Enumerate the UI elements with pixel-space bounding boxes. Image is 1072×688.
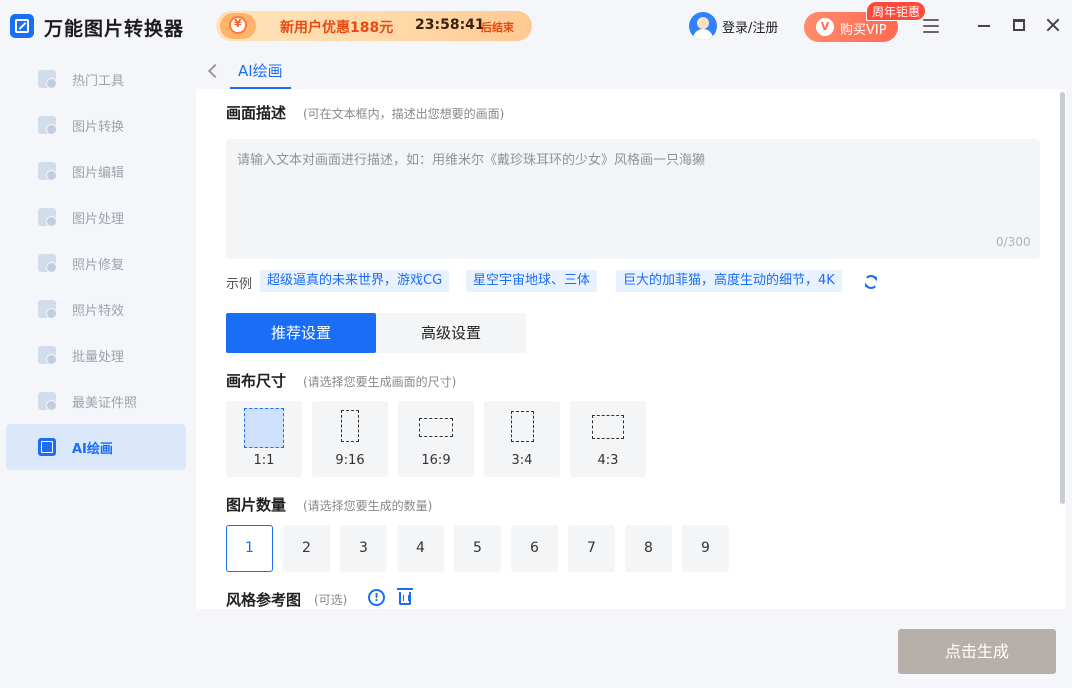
ratio-option-1-1[interactable]: 1:1	[226, 401, 302, 477]
ai-paint-icon	[38, 438, 56, 456]
user-avatar-icon[interactable]	[689, 12, 717, 40]
sidebar-item-label: 热门工具	[72, 74, 125, 89]
canvas-size-title: 画布尺寸	[226, 372, 287, 390]
trash-icon[interactable]	[397, 588, 413, 605]
ratio-label: 3:4	[511, 453, 533, 468]
sidebar-item-label: 照片修复	[72, 258, 125, 273]
example-chip[interactable]: 星空宇宙地球、三体	[466, 270, 598, 292]
ratio-preview-shape	[341, 410, 359, 442]
sidebar-item-label: 图片编辑	[72, 166, 125, 181]
example-chip[interactable]: 巨大的加菲猫，高度生动的细节，4K	[616, 270, 842, 292]
ratio-option-3-4[interactable]: 3:4	[484, 401, 560, 477]
recommended-settings-tab[interactable]: 推荐设置	[226, 313, 376, 353]
sidebar-item-image-convert[interactable]: 图片转换	[6, 102, 186, 148]
ratio-preview-shape	[419, 418, 453, 437]
ratio-preview-shape	[592, 415, 624, 439]
sidebar-item-label: 图片处理	[72, 212, 125, 227]
style-ref-hint: (可选)	[314, 593, 348, 607]
title-bar: 万能图片转换器 新用户优惠188元 23:58:41 后结束 登录/注册 V 购…	[0, 0, 1072, 56]
sidebar-item-label: 最美证件照	[72, 396, 138, 411]
minimize-icon[interactable]	[978, 25, 990, 27]
back-arrow-icon[interactable]	[207, 63, 223, 79]
sidebar-item-image-process[interactable]: 图片处理	[6, 194, 186, 240]
ratio-preview-shape	[511, 411, 534, 442]
image-count-title: 图片数量	[226, 496, 287, 514]
scrollbar-thumb[interactable]	[1060, 92, 1065, 504]
sidebar-item-ai-paint[interactable]: AI绘画	[6, 424, 186, 470]
ratio-preview-shape	[244, 408, 284, 448]
count-option-1[interactable]: 1	[226, 525, 273, 572]
sidebar-item-photo-repair[interactable]: 照片修复	[6, 240, 186, 286]
id-photo-icon	[38, 392, 57, 411]
description-hint: (可在文本框内，描述出您想要的画面)	[303, 107, 505, 121]
bottom-bar: 点击生成	[196, 609, 1072, 688]
info-icon[interactable]: !	[368, 589, 385, 606]
tab-bar: AI绘画	[196, 56, 1072, 89]
ratio-option-4-3[interactable]: 4:3	[570, 401, 646, 477]
count-option-9[interactable]: 9	[682, 525, 729, 572]
sidebar-item-label: AI绘画	[72, 442, 113, 457]
sidebar-item-hot-tools[interactable]: 热门工具	[6, 56, 186, 102]
canvas-size-hint: (请选择您要生成画面的尺寸)	[303, 375, 457, 389]
app-title: 万能图片转换器	[44, 18, 185, 40]
count-option-5[interactable]: 5	[454, 525, 501, 572]
count-option-2[interactable]: 2	[283, 525, 330, 572]
advanced-settings-tab[interactable]: 高级设置	[376, 313, 526, 353]
tab-ai-paint[interactable]: AI绘画	[230, 56, 291, 89]
sidebar-item-id-photo[interactable]: 最美证件照	[6, 378, 186, 424]
photo-effects-icon	[38, 300, 57, 319]
examples-label: 示例	[226, 277, 253, 292]
style-ref-title: 风格参考图	[226, 591, 302, 609]
promo-suffix: 后结束	[481, 21, 514, 34]
count-option-8[interactable]: 8	[625, 525, 672, 572]
promo-banner[interactable]: 新用户优惠188元 23:58:41 后结束	[216, 11, 532, 41]
app-logo-icon	[10, 14, 34, 38]
promo-countdown: 23:58:41	[415, 17, 485, 33]
description-title: 画面描述	[226, 104, 287, 122]
maximize-icon[interactable]	[1013, 19, 1025, 31]
batch-process-icon	[38, 346, 57, 365]
count-option-4[interactable]: 4	[397, 525, 444, 572]
menu-icon[interactable]	[923, 19, 939, 33]
ai-paint-panel: 画面描述 (可在文本框内，描述出您想要的画面) 0/300 示例 超级逼真的未来…	[196, 89, 1066, 609]
promo-text: 新用户优惠188元	[280, 20, 394, 36]
generate-button[interactable]: 点击生成	[898, 629, 1056, 674]
sidebar-item-batch-process[interactable]: 批量处理	[6, 332, 186, 378]
vip-icon: V	[816, 18, 834, 36]
close-icon[interactable]	[1045, 17, 1061, 33]
ratio-label: 9:16	[335, 453, 365, 468]
ratio-label: 1:1	[253, 453, 275, 468]
ratio-option-16-9[interactable]: 16:9	[398, 401, 474, 477]
vip-promo-badge: 周年钜惠	[866, 1, 927, 21]
image-edit-icon	[38, 162, 57, 181]
count-option-3[interactable]: 3	[340, 525, 387, 572]
login-register-link[interactable]: 登录/注册	[722, 17, 778, 36]
ratio-label: 4:3	[597, 453, 619, 468]
refresh-icon[interactable]	[864, 275, 878, 289]
image-process-icon	[38, 208, 57, 227]
count-option-6[interactable]: 6	[511, 525, 558, 572]
sidebar-item-label: 批量处理	[72, 350, 125, 365]
char-count: 0/300	[996, 235, 1031, 249]
example-chip[interactable]: 超级逼真的未来世界，游戏CG	[260, 270, 450, 292]
prompt-input[interactable]	[226, 139, 1040, 259]
photo-repair-icon	[38, 254, 57, 273]
image-convert-icon	[38, 116, 57, 135]
ratio-label: 16:9	[421, 453, 451, 468]
sidebar: 热门工具 图片转换 图片编辑 图片处理 照片修复 照片特效 批量处理 最美证件照…	[0, 56, 196, 688]
hot-tools-icon	[38, 70, 57, 89]
sidebar-item-label: 图片转换	[72, 120, 125, 135]
alarm-clock-icon	[220, 13, 256, 39]
count-option-7[interactable]: 7	[568, 525, 615, 572]
sidebar-item-photo-effects[interactable]: 照片特效	[6, 286, 186, 332]
image-count-hint: (请选择您要生成的数量)	[303, 499, 433, 513]
ratio-option-9-16[interactable]: 9:16	[312, 401, 388, 477]
sidebar-item-label: 照片特效	[72, 304, 125, 319]
sidebar-item-image-edit[interactable]: 图片编辑	[6, 148, 186, 194]
